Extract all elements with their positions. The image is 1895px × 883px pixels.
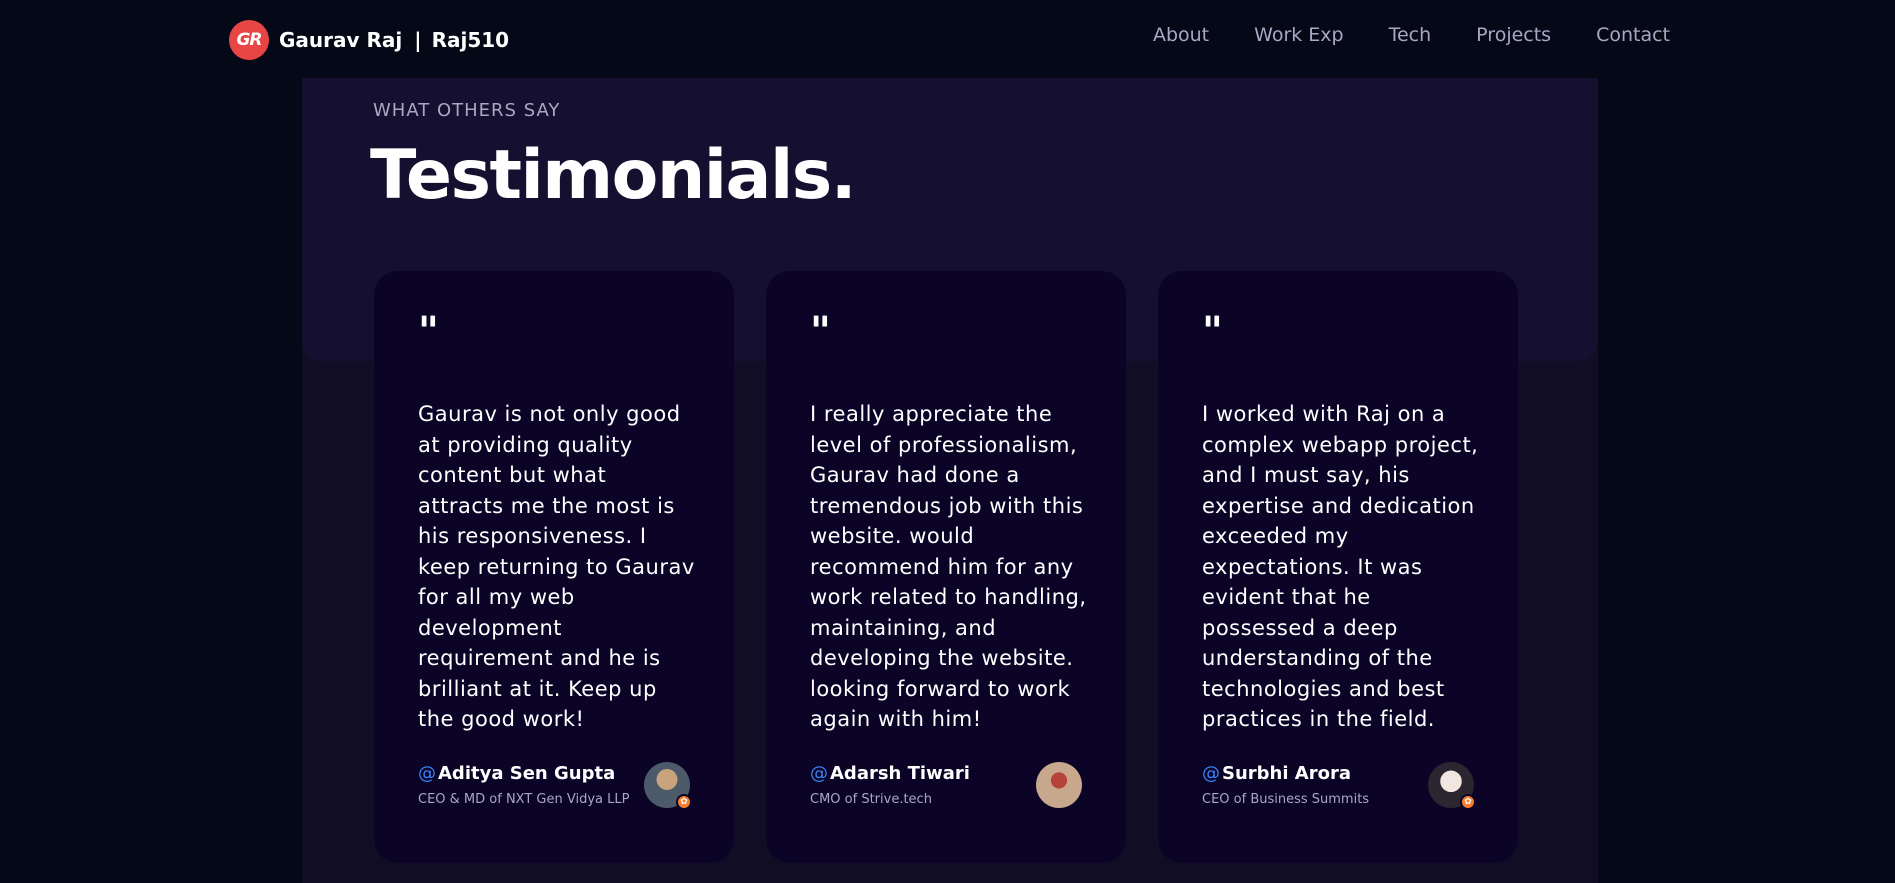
nav-link-projects[interactable]: Projects <box>1476 24 1551 46</box>
brand-home-link[interactable]: GR Gaurav Raj | Raj510 <box>229 20 509 60</box>
at-symbol: @ <box>810 763 828 784</box>
testimonial-author: @ Adarsh Tiwari CMO of Strive.tech <box>810 762 1082 808</box>
testimonial-card: " I really appreciate the level of profe… <box>766 271 1126 863</box>
author-name-row: @ Surbhi Arora <box>1202 763 1369 784</box>
testimonial-text: Gaurav is not only good at providing qua… <box>418 402 695 731</box>
quote-icon: " <box>810 309 831 355</box>
avatar <box>1036 762 1082 808</box>
logo-icon: GR <box>229 20 269 60</box>
testimonial-cards: " Gaurav is not only good at providing q… <box>374 271 1518 863</box>
author-name: Adarsh Tiwari <box>830 763 970 784</box>
author-role: CEO of Business Summits <box>1202 792 1370 807</box>
badge-icon: ✿ <box>1460 794 1476 810</box>
author-role: CMO of Strive.tech <box>810 792 932 807</box>
testimonial-author: @ Surbhi Arora CEO of Business Summits ✿ <box>1202 762 1476 810</box>
author-info: @ Surbhi Arora CEO of Business Summits <box>1202 763 1369 807</box>
author-name-row: @ Adarsh Tiwari <box>810 763 970 784</box>
quote-icon: " <box>1202 309 1223 355</box>
author-name-row: @ Aditya Sen Gupta <box>418 763 629 784</box>
author-role: CEO & MD of NXT Gen Vidya LLP <box>418 792 630 807</box>
badge-icon: ✿ <box>676 794 692 810</box>
author-name: Aditya Sen Gupta <box>438 763 616 784</box>
testimonial-text: I really appreciate the level of profess… <box>810 402 1087 731</box>
brand-name: Gaurav Raj <box>279 28 403 52</box>
section-title: Testimonials. <box>370 136 857 215</box>
author-info: @ Aditya Sen Gupta CEO & MD of NXT Gen Vi… <box>418 763 629 807</box>
navbar: GR Gaurav Raj | Raj510 About Work Exp Te… <box>0 0 1895 78</box>
testimonial-text: I worked with Raj on a complex webapp pr… <box>1202 402 1479 731</box>
nav-link-tech[interactable]: Tech <box>1389 24 1432 46</box>
section-subtitle: What others say <box>373 100 561 121</box>
nav-links: About Work Exp Tech Projects Contact <box>1153 24 1670 46</box>
nav-link-contact[interactable]: Contact <box>1596 24 1670 46</box>
brand-handle: Raj510 <box>431 28 510 52</box>
at-symbol: @ <box>1202 763 1220 784</box>
testimonial-card: " I worked with Raj on a complex webapp … <box>1158 271 1518 863</box>
nav-link-work-exp[interactable]: Work Exp <box>1254 24 1343 46</box>
nav-link-about[interactable]: About <box>1153 24 1209 46</box>
avatar: ✿ <box>1428 762 1476 810</box>
quote-icon: " <box>418 309 439 355</box>
author-name: Surbhi Arora <box>1222 763 1351 784</box>
at-symbol: @ <box>418 763 436 784</box>
brand-separator: | <box>414 28 422 52</box>
avatar: ✿ <box>644 762 692 810</box>
testimonials-section: What others say Testimonials. " Gaurav i… <box>302 78 1598 883</box>
author-info: @ Adarsh Tiwari CMO of Strive.tech <box>810 763 970 807</box>
testimonial-card: " Gaurav is not only good at providing q… <box>374 271 734 863</box>
testimonial-author: @ Aditya Sen Gupta CEO & MD of NXT Gen Vi… <box>418 762 692 810</box>
